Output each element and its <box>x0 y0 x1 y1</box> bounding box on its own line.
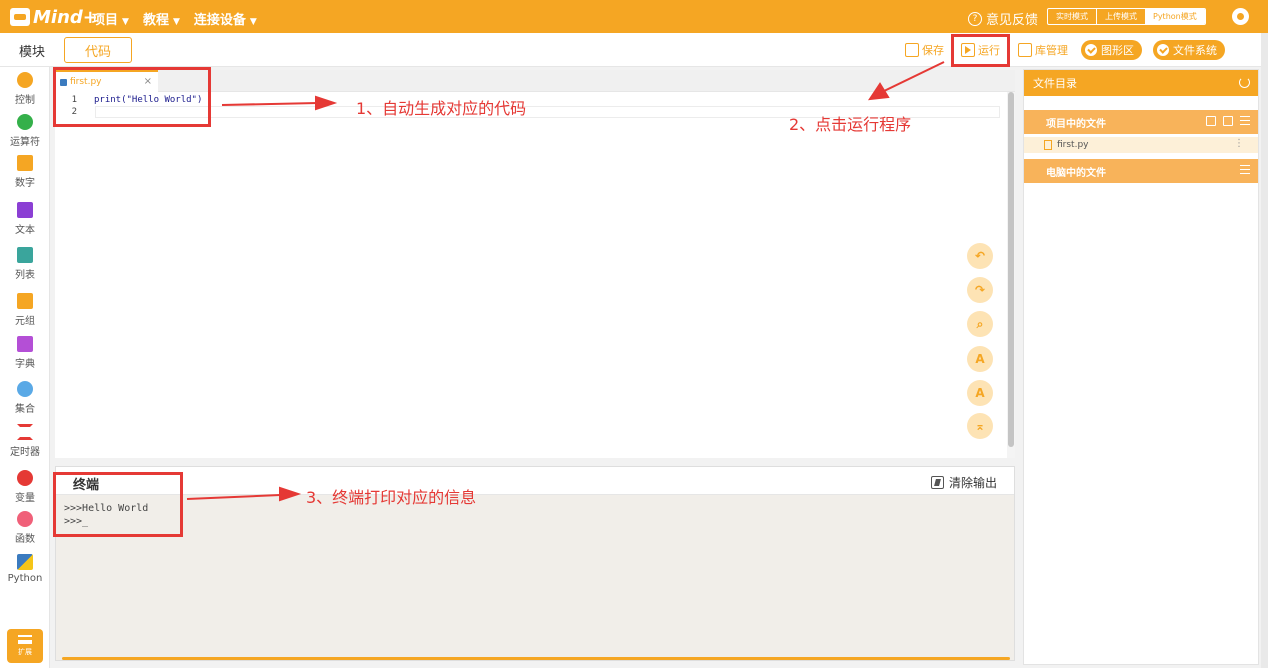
annotation-note-1: 1、自动生成对应的代码 <box>356 99 527 118</box>
chevron-down-icon: ▼ <box>122 17 129 27</box>
top-bar: Mind+ 项目 ▼ 教程 ▼ 连接设备 ▼ ? 意见反馈 实时模式 上传模式 Pyt… <box>0 0 1268 33</box>
extension-icon <box>18 635 32 644</box>
new-file-icon[interactable] <box>1206 116 1216 126</box>
broom-icon <box>931 476 944 489</box>
feedback-button[interactable]: ? 意见反馈 <box>968 9 1038 28</box>
library-icon <box>1018 43 1032 57</box>
logo-icon <box>10 8 30 26</box>
category-set[interactable]: 集合 <box>0 381 50 415</box>
tuple-icon <box>17 293 33 309</box>
file-directory-panel: 文件目录 项目中的文件 first.py ⋮ 电脑中的文件 <box>1023 69 1259 665</box>
list-icon <box>17 247 33 263</box>
menu-icon[interactable] <box>1240 165 1250 174</box>
category-tuple[interactable]: 元组 <box>0 293 50 327</box>
undo-icon[interactable]: ↶ <box>967 243 993 269</box>
library-manager-button[interactable]: 库管理 <box>1018 42 1068 58</box>
menu-icon[interactable] <box>1240 116 1250 125</box>
font-increase-icon[interactable]: A <box>967 346 993 372</box>
toolbar: 模块 代码 保存 运行 库管理 图形区 文件系统 <box>0 33 1268 67</box>
annotation-note-2: 2、点击运行程序 <box>789 115 912 134</box>
mode-upload[interactable]: 上传模式 <box>1097 9 1145 24</box>
chevron-down-icon: ▼ <box>172 17 180 27</box>
section-icons <box>1240 165 1250 174</box>
tab-blocks[interactable]: 模块 <box>0 37 64 63</box>
scroll-thumb[interactable] <box>1008 92 1014 447</box>
check-icon <box>1157 44 1169 56</box>
category-control[interactable]: 控制 <box>0 72 50 106</box>
app-logo: Mind+ <box>10 5 98 29</box>
terminal-panel: 终端 清除输出 >>>Hello World >>>_ <box>55 466 1015 661</box>
menu-connect-device[interactable]: 连接设备 ▼ <box>194 9 257 28</box>
chevron-down-icon: ▼ <box>249 17 257 27</box>
menu-tutorial[interactable]: 教程 ▼ <box>143 9 180 28</box>
hourglass-icon <box>17 424 33 440</box>
save-button[interactable]: 保存 <box>905 42 944 58</box>
filesystem-button[interactable]: 文件系统 <box>1153 40 1225 60</box>
category-timer[interactable]: 定时器 <box>0 424 50 458</box>
gear-icon[interactable] <box>1232 8 1249 25</box>
category-list[interactable]: 列表 <box>0 247 50 281</box>
annotation-note-3: 3、终端打印对应的信息 <box>306 488 477 507</box>
project-files-section[interactable]: 项目中的文件 <box>1024 110 1258 134</box>
scroll-top-icon[interactable]: ⌅ <box>967 413 993 439</box>
category-function[interactable]: 函数 <box>0 511 50 545</box>
redo-icon[interactable]: ↷ <box>967 277 993 303</box>
control-icon <box>17 72 33 88</box>
category-operators[interactable]: 运算符 <box>0 114 50 148</box>
mode-realtime[interactable]: 实时模式 <box>1048 9 1096 24</box>
annotation-box-code <box>53 67 211 127</box>
category-variable[interactable]: 变量 <box>0 470 50 504</box>
terminal-scrollbar[interactable] <box>62 657 1010 660</box>
mode-switch: 实时模式 上传模式 Python模式 <box>1047 8 1206 25</box>
category-sidebar: 控制 运算符 数字 文本 列表 元组 字典 集合 定时器 变量 函数 Pytho… <box>0 67 50 668</box>
menu-project[interactable]: 项目 ▼ <box>92 9 129 28</box>
python-icon <box>17 554 33 570</box>
variable-icon <box>17 470 33 486</box>
computer-files-section[interactable]: 电脑中的文件 <box>1024 159 1258 183</box>
file-icon <box>1044 140 1052 150</box>
editor-scrollbar[interactable] <box>1007 92 1015 458</box>
logo-text: Mind+ <box>33 6 98 28</box>
category-dict[interactable]: 字典 <box>0 336 50 370</box>
search-icon[interactable]: ⌕ <box>967 311 993 337</box>
graphics-area-button[interactable]: 图形区 <box>1081 40 1142 60</box>
clear-output-button[interactable]: 清除输出 <box>931 474 997 491</box>
text-icon <box>17 202 33 218</box>
help-icon: ? <box>968 11 982 26</box>
refresh-icon[interactable] <box>1239 77 1250 88</box>
annotation-box-terminal <box>53 472 183 537</box>
dict-icon <box>17 336 33 352</box>
section-icons <box>1206 116 1250 126</box>
tab-code[interactable]: 代码 <box>64 37 132 63</box>
function-icon <box>17 511 33 527</box>
check-icon <box>1085 44 1097 56</box>
annotation-box-run <box>951 34 1010 67</box>
set-icon <box>17 381 33 397</box>
extension-button[interactable]: 扩展 <box>7 629 43 663</box>
category-text[interactable]: 文本 <box>0 202 50 236</box>
top-menu: 项目 ▼ 教程 ▼ 连接设备 ▼ <box>92 9 257 28</box>
terminal-header: 终端 清除输出 <box>56 467 1014 495</box>
mode-python[interactable]: Python模式 <box>1145 9 1205 24</box>
save-icon <box>905 43 919 57</box>
file-item[interactable]: first.py ⋮ <box>1024 137 1258 153</box>
window-edge <box>1261 33 1268 668</box>
file-directory-header: 文件目录 <box>1024 70 1258 96</box>
font-decrease-icon[interactable]: A <box>967 380 993 406</box>
category-number[interactable]: 数字 <box>0 155 50 189</box>
category-python[interactable]: Python <box>0 554 50 584</box>
number-icon <box>17 155 33 171</box>
operators-icon <box>17 114 33 130</box>
new-folder-icon[interactable] <box>1223 116 1233 126</box>
more-icon[interactable]: ⋮ <box>1234 138 1244 149</box>
